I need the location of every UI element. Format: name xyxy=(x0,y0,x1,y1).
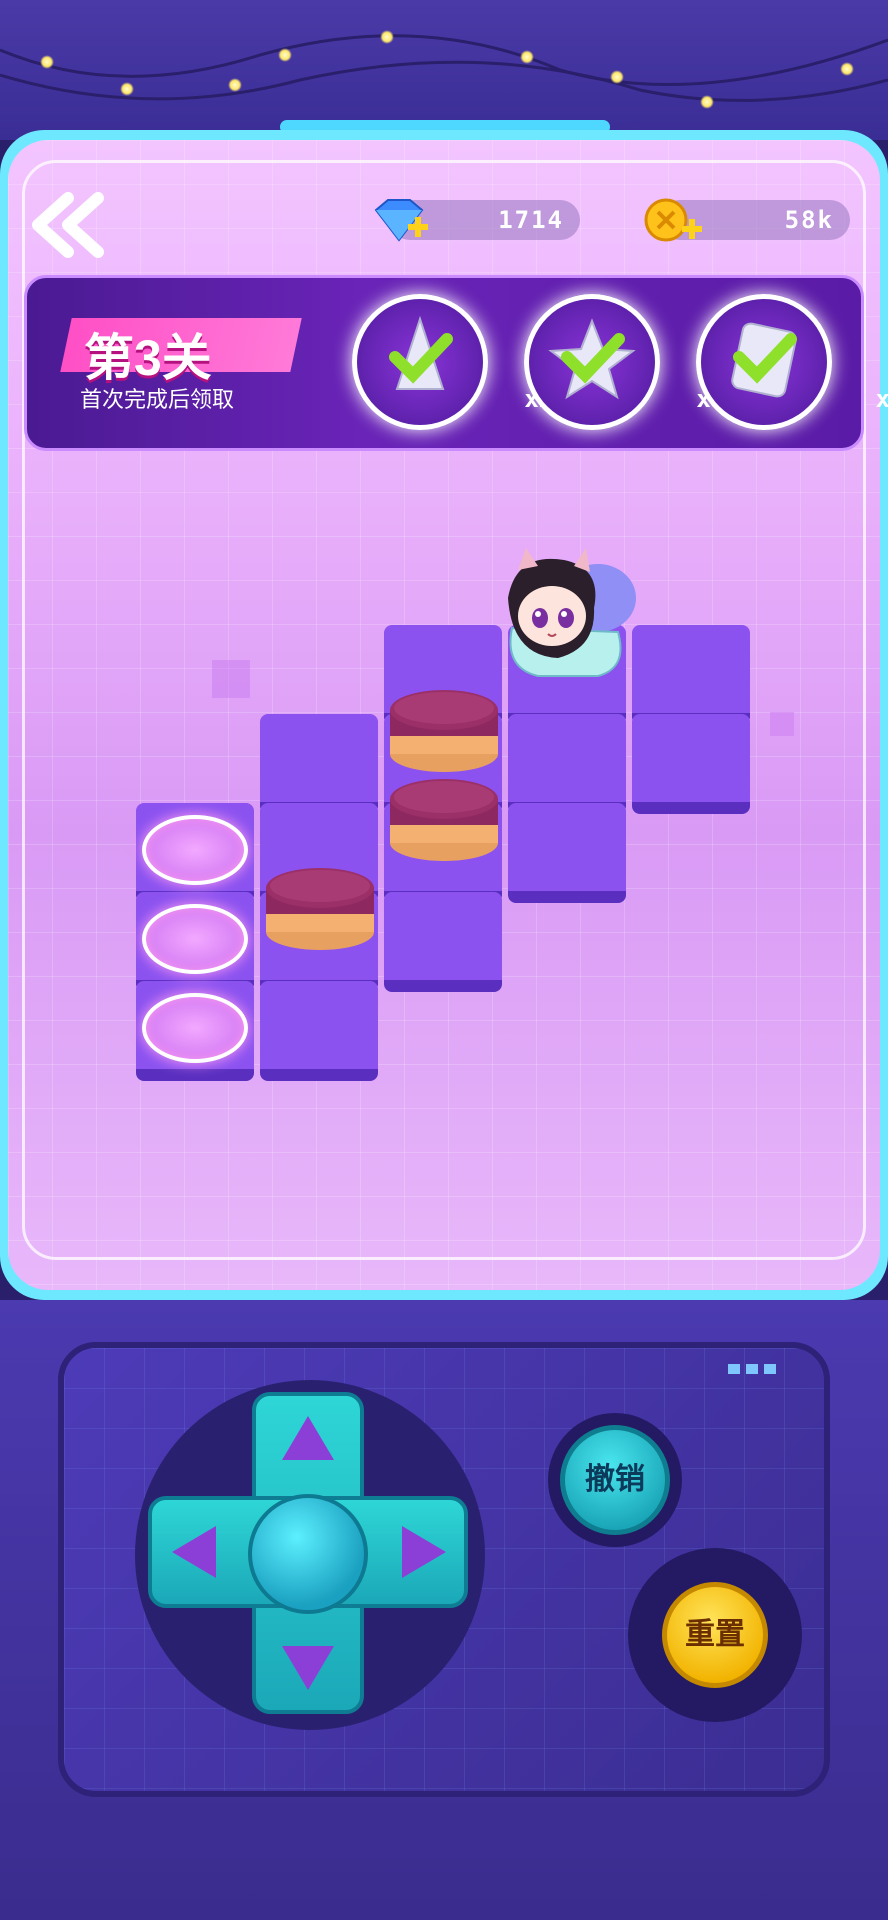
board-tile xyxy=(508,803,626,903)
dpad-left-button[interactable] xyxy=(168,1522,220,1582)
board-tile xyxy=(632,714,750,814)
party-hat-icon xyxy=(389,315,453,390)
arrow-down-icon xyxy=(282,1646,334,1690)
arrow-up-icon xyxy=(282,1416,334,1460)
floating-square xyxy=(212,660,250,698)
star-icon xyxy=(548,318,636,400)
reset-button[interactable]: 重置 xyxy=(662,1582,768,1688)
top-decoration xyxy=(0,0,888,140)
cake-box xyxy=(390,779,498,861)
light-bulb xyxy=(120,82,134,96)
dpad-down-button[interactable] xyxy=(278,1642,338,1694)
reward-item[interactable]: x20 xyxy=(352,294,568,430)
floating-square xyxy=(770,712,794,736)
board-tile xyxy=(260,714,378,814)
target-pad xyxy=(142,904,248,974)
reward-item[interactable]: x30 xyxy=(524,294,740,430)
dpad-up-button[interactable] xyxy=(278,1412,338,1464)
light-bulb xyxy=(228,78,242,92)
tag-icon xyxy=(731,322,797,398)
back-button[interactable] xyxy=(28,190,108,260)
board-tile xyxy=(384,892,502,992)
coin-count: 58k xyxy=(784,206,834,234)
light-bulb xyxy=(610,70,624,84)
board-tile xyxy=(260,981,378,1081)
cake-box xyxy=(266,868,374,950)
level-subtitle: 首次完成后领取 xyxy=(80,387,235,412)
player-character xyxy=(508,548,636,677)
target-pad xyxy=(142,993,248,1063)
light-bulb xyxy=(40,55,54,69)
reward-item[interactable]: x2 xyxy=(696,294,888,430)
double-chevron-left-icon xyxy=(32,192,104,258)
coin-add-icon[interactable] xyxy=(642,196,706,246)
gem-count: 1714 xyxy=(498,206,564,234)
string-lights xyxy=(0,34,888,102)
board-tile xyxy=(508,714,626,814)
light-bulb xyxy=(700,95,714,109)
arrow-left-icon xyxy=(172,1526,216,1578)
undo-button[interactable]: 撤销 xyxy=(560,1425,670,1535)
reward-count: x2 xyxy=(875,385,888,413)
light-bulb xyxy=(278,48,292,62)
dpad-center[interactable] xyxy=(248,1494,368,1614)
cake-box xyxy=(390,690,498,772)
arrow-right-icon xyxy=(402,1526,446,1578)
level-title: 第3关 xyxy=(84,330,212,386)
gem-add-icon[interactable] xyxy=(370,196,432,246)
target-pad xyxy=(142,815,248,885)
dpad-right-button[interactable] xyxy=(398,1522,450,1582)
indicator-dots xyxy=(728,1364,776,1374)
light-bulb xyxy=(840,62,854,76)
light-bulb xyxy=(380,30,394,44)
light-bulb xyxy=(520,50,534,64)
